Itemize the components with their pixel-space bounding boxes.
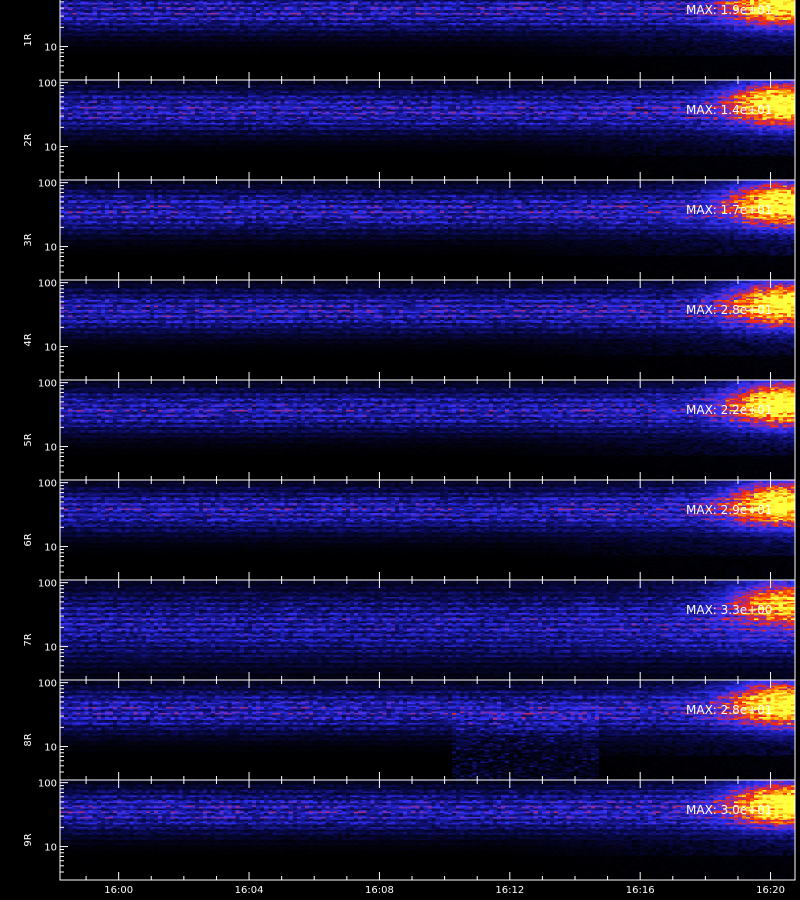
y-tick-label: 100 [38, 579, 57, 590]
max-label: MAX: 2.8e+01 [686, 303, 772, 317]
x-tick-label: 16:16 [626, 885, 655, 896]
x-tick-label: 16:12 [495, 885, 524, 896]
y-tick-label: 100 [38, 79, 57, 90]
max-label: MAX: 1.4e+01 [686, 103, 772, 117]
spectrogram-image [60, 0, 795, 80]
y-tick-label: 10 [44, 843, 57, 854]
spectrogram-image [60, 580, 795, 680]
y-tick-label: 100 [38, 379, 57, 390]
max-label: MAX: 2.9e+01 [686, 503, 772, 517]
spectrogram-image [60, 180, 795, 280]
x-tick-label: 16:00 [104, 885, 133, 896]
panel-label: 1R [23, 33, 34, 46]
panel-6R: 1001016:0016:0416:0816:1216:1616:206RMAX… [23, 479, 796, 596]
spectrogram-image [60, 480, 795, 580]
y-tick-label: 10 [44, 143, 57, 154]
y-tick-label: 100 [38, 279, 57, 290]
spectrogram-image [60, 380, 795, 480]
max-label: MAX: 3.0e+01 [686, 803, 772, 817]
y-tick-label: 100 [38, 679, 57, 690]
spectrogram-image [60, 280, 795, 380]
panel-label: 5R [23, 433, 34, 446]
panel-label: 4R [23, 333, 34, 346]
y-tick-label: 100 [38, 479, 57, 490]
y-tick-label: 10 [44, 243, 57, 254]
spectrogram-figure: 100 10 16:00 16:04 16:08 16:12 16:16 16:20 1R MAX… [23, 0, 796, 896]
panel-label: 7R [23, 633, 34, 646]
panel-label: 9R [23, 833, 34, 846]
panel-5R: 1001016:0016:0416:0816:1216:1616:205RMAX… [23, 379, 796, 496]
spectrogram-image [60, 780, 795, 880]
x-tick-label: 16:20 [756, 885, 785, 896]
max-label: MAX: 1.9e+01 [686, 3, 772, 17]
spectrogram-image [60, 80, 795, 180]
panel-label: 3R [23, 233, 34, 246]
x-tick-label: 16:08 [365, 885, 394, 896]
x-tick-label: 16:04 [235, 885, 264, 896]
y-tick-label: 100 [38, 179, 57, 190]
spectrogram-image [60, 680, 795, 780]
panel-3R: 1001016:0016:0416:0816:1216:1616:203RMAX… [23, 179, 796, 296]
panel-label: 6R [23, 533, 34, 546]
y-tick-label: 10 [44, 743, 57, 754]
panel-2R: 1001016:0016:0416:0816:1216:1616:202RMAX… [23, 79, 796, 196]
y-tick-label: 10 [44, 343, 57, 354]
max-label: MAX: 2.2e+01 [686, 403, 772, 417]
panel-label: 8R [23, 733, 34, 746]
panel-4R: 1001016:0016:0416:0816:1216:1616:204RMAX… [23, 279, 796, 396]
max-label: MAX: 2.8e+01 [686, 703, 772, 717]
panel-7R: 1001016:0016:0416:0816:1216:1616:207RMAX… [23, 579, 796, 696]
panel-8R: 1001016:0016:0416:0816:1216:1616:208RMAX… [23, 679, 796, 796]
y-tick-label: 10 [44, 543, 57, 554]
y-tick-label: 10 [44, 643, 57, 654]
y-tick-label: 10 [44, 43, 57, 54]
max-label: MAX: 3.3e+00 [686, 603, 772, 617]
max-label: MAX: 1.7e+01 [686, 203, 772, 217]
panel-9R: 100 10 16:00 16:04 16:08 16:12 16:16 16:20 9R MAX… [23, 779, 796, 896]
y-tick-label: 10 [44, 443, 57, 454]
panel-label: 2R [23, 133, 34, 146]
y-tick-label: 100 [38, 779, 57, 790]
